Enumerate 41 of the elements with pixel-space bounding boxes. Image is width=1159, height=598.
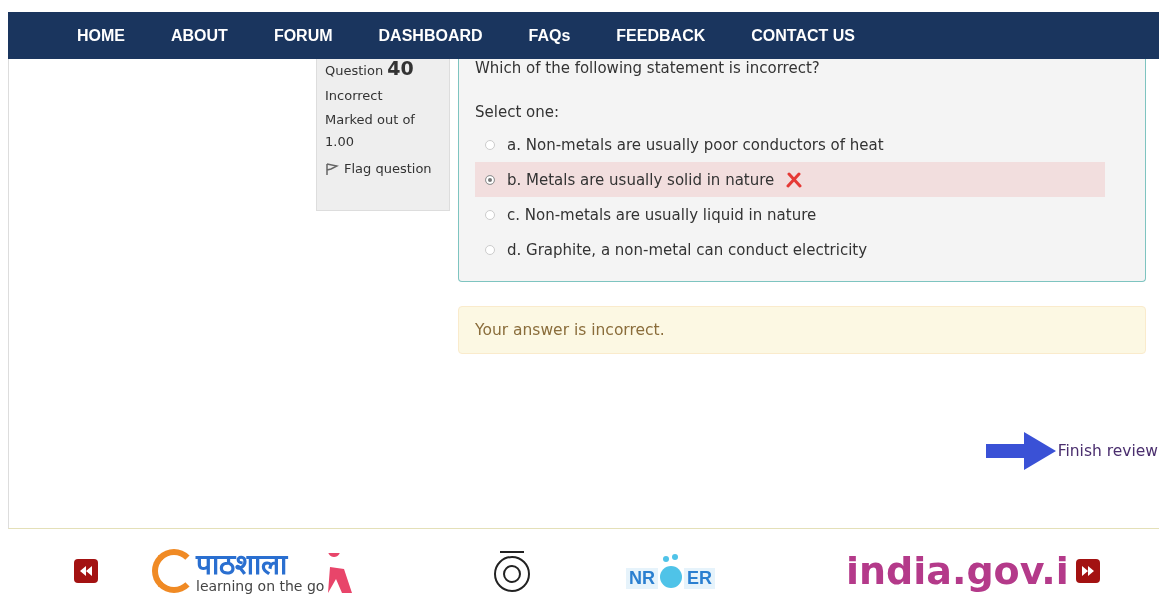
select-prompt: Select one: — [475, 103, 560, 121]
finish-review-link[interactable]: Finish review — [1057, 442, 1158, 460]
nroer-logo[interactable]: NR ER — [626, 553, 796, 589]
answer-option[interactable]: a. Non-metals are usually poor conductors of heat — [475, 127, 1105, 162]
epathshala-logo[interactable]: पाठशाला learning on the go — [152, 549, 412, 593]
radio-button[interactable] — [485, 209, 495, 220]
answer-option[interactable]: b. Metals are usually solid in nature — [475, 162, 1105, 197]
answer-option[interactable]: c. Non-metals are usually liquid in nature — [475, 197, 1105, 232]
question-label: Question — [325, 63, 384, 78]
globe-icon — [658, 553, 684, 589]
logo-text: पाठशाला — [196, 551, 288, 579]
logo-text: ER — [684, 568, 715, 589]
flag-icon — [325, 161, 339, 176]
nav-link[interactable]: FEEDBACK — [616, 26, 706, 45]
rewind-icon — [80, 566, 92, 576]
nav-link[interactable]: DASHBOARD — [378, 26, 483, 45]
cross-icon — [786, 171, 803, 188]
emblem-icon[interactable] — [492, 548, 532, 594]
question-number: 40 — [387, 57, 414, 79]
answer-option[interactable]: d. Graphite, a non-metal can conduct electricity — [475, 232, 1105, 267]
radio-button[interactable] — [485, 244, 495, 255]
question-status: Incorrect — [325, 88, 384, 103]
flag-question-link[interactable]: Flag question — [325, 161, 441, 176]
fast-forward-icon — [1082, 566, 1094, 576]
nav-link[interactable]: HOME — [77, 26, 125, 45]
logo-tagline: learning on the go — [196, 579, 325, 593]
arrow-icon — [983, 430, 1058, 472]
feedback-message: Your answer is incorrect. — [458, 306, 1146, 354]
nav-link[interactable]: CONTACT US — [751, 26, 855, 45]
radio-button[interactable] — [485, 139, 495, 150]
next-button[interactable] — [1076, 559, 1100, 583]
nav-link[interactable]: FAQs — [528, 26, 571, 45]
radio-button[interactable] — [485, 174, 495, 185]
india-gov-logo[interactable]: india.gov.i — [846, 549, 1076, 593]
marked-label: Marked out of — [325, 112, 416, 127]
nav-link[interactable]: FORUM — [273, 26, 333, 45]
nav-link[interactable]: ABOUT — [171, 26, 228, 45]
logo-text: NR — [626, 568, 658, 589]
question-text: Which of the following statement is incorrect? — [475, 59, 821, 77]
marked-value: 1.00 — [325, 134, 355, 149]
previous-button[interactable] — [74, 559, 98, 583]
